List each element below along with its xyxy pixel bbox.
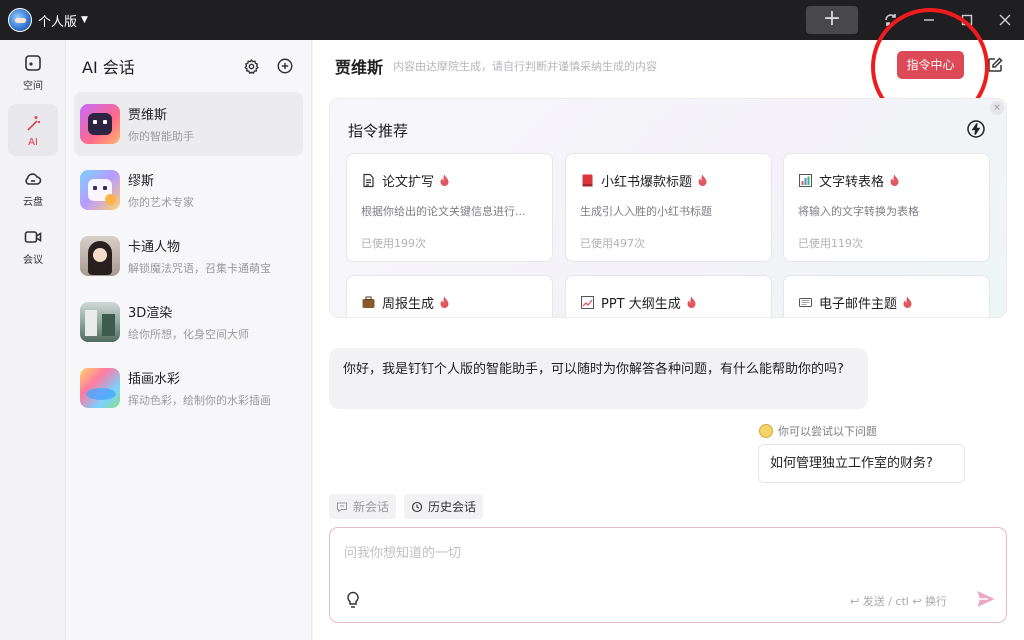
tile-desc: 将输入的文字转换为表格	[798, 205, 919, 218]
history-label: 历史会话	[428, 500, 477, 514]
new-tab-button[interactable]: +	[806, 6, 858, 34]
command-recommend-card: 指令推荐 × 论文扩写 根据你给出的论文关键信息进行... 已使用199次 小红…	[329, 98, 1007, 318]
assistant-greeting-bubble: 你好，我是钉钉个人版的智能助手，可以随时为你解答各种问题，有什么能帮助你的吗?	[329, 348, 868, 409]
suggested-question[interactable]: 如何管理独立工作室的财务?	[758, 444, 965, 483]
session-desc: 解锁魔法咒语，召集卡通萌宝	[128, 262, 271, 275]
briefcase-icon	[361, 295, 376, 310]
fire-icon	[889, 174, 900, 187]
jarvis-avatar	[80, 104, 120, 144]
magic-wand-icon	[27, 115, 40, 131]
email-icon	[798, 295, 813, 310]
render-3d-avatar	[80, 302, 120, 342]
session-item-3d-render[interactable]: 3D渲染 绘你所想，化身空间大师	[74, 290, 303, 354]
send-shortcut-hint: ↩ 发送 / ctl ↩ 换行	[850, 595, 948, 608]
cloud-icon	[25, 172, 42, 185]
tile-name: PPT 大纲生成	[601, 297, 681, 312]
fire-icon	[686, 296, 697, 309]
tile-usage: 已使用497次	[580, 237, 645, 250]
session-desc: 挥动色彩，绘制你的水彩插画	[128, 394, 271, 407]
chat-input-box[interactable]: 问我你想知道的一切 ↩ 发送 / ctl ↩ 换行	[329, 527, 1007, 623]
try-questions-label: 你可以尝试以下问题	[759, 423, 877, 439]
session-name: 卡通人物	[128, 240, 181, 255]
smile-emoji-icon	[759, 424, 773, 438]
chat-disclaimer: 内容由达摩院生成，请自行判断并谨慎采纳生成的内容	[393, 60, 658, 73]
session-desc: 你的智能助手	[128, 130, 194, 143]
tile-desc: 根据你给出的论文关键信息进行...	[361, 205, 526, 218]
close-icon[interactable]: ×	[990, 101, 1004, 115]
sidebar-title: AI 会话	[82, 58, 135, 77]
command-tile[interactable]: 论文扩写 根据你给出的论文关键信息进行... 已使用199次	[346, 153, 553, 262]
session-name: 缪斯	[128, 174, 155, 189]
tile-usage: 已使用199次	[361, 237, 426, 250]
caret-down-icon[interactable]: ▼	[81, 15, 88, 25]
square-icon	[25, 54, 41, 71]
rail-item-meeting[interactable]: 会议	[8, 220, 58, 272]
session-desc: 你的艺术专家	[128, 196, 194, 209]
tile-name: 文字转表格	[819, 175, 885, 190]
new-chat-button[interactable]: 新会话	[329, 494, 397, 519]
fire-icon	[902, 296, 913, 309]
rail-item-cloud[interactable]: 云盘	[8, 162, 58, 214]
chat-main: 贾维斯 内容由达摩院生成，请自行判断并谨慎采纳生成的内容 指令中心 指令推荐 ×…	[313, 8, 1024, 640]
tile-name: 论文扩写	[382, 175, 435, 190]
rail-label: 空间	[23, 80, 43, 92]
rail-label: 云盘	[23, 196, 43, 208]
lightning-icon[interactable]	[966, 119, 986, 139]
rail-item-ai[interactable]: AI	[8, 104, 58, 156]
rail-label: 会议	[23, 254, 43, 266]
history-clock-icon	[411, 501, 423, 512]
command-tile[interactable]: PPT 大纲生成	[565, 275, 772, 317]
chat-title: 贾维斯	[335, 58, 384, 77]
red-book-icon	[580, 173, 595, 188]
tile-name: 周报生成	[382, 297, 435, 312]
send-icon[interactable]	[975, 588, 997, 610]
session-item-muse[interactable]: 缪斯 你的艺术专家	[74, 158, 303, 222]
command-tile[interactable]: 周报生成	[346, 275, 553, 317]
fire-icon	[697, 174, 708, 187]
video-icon	[24, 230, 42, 243]
session-name: 贾维斯	[128, 108, 168, 123]
user-avatar[interactable]	[8, 8, 32, 32]
tile-name: 小红书爆款标题	[601, 175, 693, 190]
try-label-text: 你可以尝试以下问题	[778, 425, 877, 438]
muse-avatar	[80, 170, 120, 210]
cartoon-avatar	[80, 236, 120, 276]
session-desc: 绘你所想，化身空间大师	[128, 328, 249, 341]
history-chat-button[interactable]: 历史会话	[404, 494, 484, 519]
rail-label: AI	[28, 136, 38, 148]
lightbulb-icon[interactable]	[344, 590, 362, 610]
chat-input-placeholder: 问我你想知道的一切	[344, 546, 462, 561]
document-icon	[361, 173, 376, 188]
bar-chart-icon	[798, 173, 813, 188]
tile-desc: 生成引人入胜的小红书标题	[580, 205, 712, 218]
session-item-jarvis[interactable]: 贾维斯 你的智能助手	[74, 92, 303, 156]
add-circle-icon[interactable]	[275, 56, 295, 76]
watercolor-avatar	[80, 368, 120, 408]
session-item-cartoon[interactable]: 卡通人物 解锁魔法咒语，召集卡通萌宝	[74, 224, 303, 288]
new-chat-label: 新会话	[353, 500, 390, 514]
ai-session-sidebar: AI 会话 贾维斯 你的智能助手 缪斯 你的艺术专家 卡通人物 解锁魔法咒语，召…	[66, 40, 312, 640]
command-tile[interactable]: 电子邮件主题	[783, 275, 990, 317]
trend-chart-icon	[580, 295, 595, 310]
tile-name: 电子邮件主题	[819, 297, 898, 312]
command-tile[interactable]: 小红书爆款标题 生成引人入胜的小红书标题 已使用497次	[565, 153, 772, 262]
recommend-title: 指令推荐	[348, 122, 409, 140]
gear-icon[interactable]	[241, 56, 261, 76]
chat-bubble-icon	[337, 502, 347, 513]
tile-usage: 已使用119次	[798, 237, 863, 250]
session-name: 3D渲染	[128, 306, 173, 321]
fire-icon	[439, 174, 450, 187]
rail-item-space[interactable]: 空间	[8, 46, 58, 98]
nav-rail: 空间 AI 云盘 会议	[0, 40, 66, 640]
session-name: 插画水彩	[128, 372, 181, 387]
account-switcher-label[interactable]: 个人版	[38, 11, 77, 30]
fire-icon	[439, 296, 450, 309]
close-window-button[interactable]	[986, 0, 1024, 40]
session-item-watercolor[interactable]: 插画水彩 挥动色彩，绘制你的水彩插画	[74, 356, 303, 420]
title-bar: 个人版 ▼ +	[0, 0, 1024, 40]
command-tile[interactable]: 文字转表格 将输入的文字转换为表格 已使用119次	[783, 153, 990, 262]
